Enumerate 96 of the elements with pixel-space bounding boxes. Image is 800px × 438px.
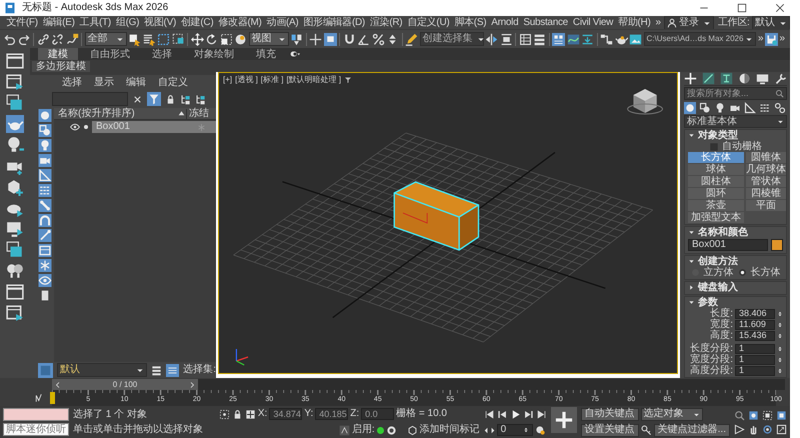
object-type-button[interactable]: 管状体 bbox=[746, 176, 786, 187]
category-dropdown[interactable]: 标准基本体 bbox=[684, 115, 787, 128]
window-title: 无标题 - Autodesk 3ds Max 2026 bbox=[22, 3, 168, 13]
ribbon-tab[interactable]: 选择 bbox=[142, 48, 182, 60]
radio-label: 长方体 bbox=[750, 268, 780, 278]
menu-item[interactable]: 文件(F) bbox=[4, 18, 40, 28]
object-type-button[interactable]: 圆环 bbox=[688, 188, 744, 199]
menu-item[interactable]: 创建(C) bbox=[178, 18, 216, 28]
account-dropdown[interactable]: 登录 bbox=[664, 16, 714, 29]
coordinate-field[interactable]: 40.185 bbox=[315, 408, 348, 420]
workspace-dropdown[interactable]: 默认 bbox=[752, 16, 790, 29]
coordinate-field[interactable]: 0.0 bbox=[361, 408, 394, 420]
object-type-button[interactable]: 圆柱体 bbox=[688, 176, 744, 187]
menu-item[interactable]: 编辑(E) bbox=[40, 18, 78, 28]
parameter-field[interactable]: 1 bbox=[735, 354, 775, 364]
ribbon-tab[interactable]: 自由形式 bbox=[80, 48, 140, 60]
object-type-button[interactable]: 圆锥体 bbox=[746, 152, 786, 163]
time-slider-thumb[interactable]: 0 / 100 bbox=[52, 379, 198, 390]
object-type-button[interactable]: 几何球体 bbox=[746, 164, 786, 175]
viewport-label[interactable]: [透视 ] bbox=[235, 76, 258, 84]
parameter-label: 长度: bbox=[710, 308, 733, 318]
key-filters-button[interactable]: 关键点过滤器... bbox=[654, 424, 730, 436]
search-field[interactable]: 搜索所有对象... bbox=[684, 87, 787, 100]
menu-item[interactable]: 脚本(S) bbox=[452, 18, 489, 28]
workspace-label: 工作区: bbox=[716, 18, 750, 28]
menu-item[interactable]: Substance bbox=[520, 18, 570, 28]
parameter-label: 宽度: bbox=[710, 320, 733, 330]
column-header[interactable]: 冻结 bbox=[186, 108, 216, 118]
parameter-label: 高度: bbox=[710, 330, 733, 340]
more-tools-button[interactable]: » bbox=[758, 34, 764, 44]
menu-item[interactable]: 渲染(R) bbox=[367, 18, 405, 28]
parameter-field[interactable]: 1 bbox=[735, 344, 775, 354]
object-type-button[interactable]: 茶壶 bbox=[688, 200, 744, 211]
rollout-title[interactable]: 参数 bbox=[698, 298, 718, 308]
object-type-button[interactable]: 加强型文本 bbox=[688, 212, 744, 223]
listener-input[interactable]: 脚本迷你侦听 bbox=[3, 423, 69, 436]
selection-filter-dropdown[interactable]: 全部 bbox=[84, 32, 126, 46]
axis-label: X: bbox=[258, 409, 268, 419]
rollout-title[interactable]: 创建方法 bbox=[698, 256, 738, 266]
frame-field[interactable]: 0 bbox=[496, 424, 533, 436]
more-menu-button[interactable]: » bbox=[652, 18, 664, 28]
selection-set-field[interactable]: 创建选择集 bbox=[420, 32, 484, 46]
more-tools-button[interactable]: » bbox=[780, 34, 786, 44]
explorer-menu-item[interactable]: 自定义 bbox=[158, 78, 188, 88]
layer-dropdown[interactable]: 默认 bbox=[57, 363, 148, 377]
add-time-tag-button[interactable]: 添加时间标记 bbox=[420, 425, 480, 435]
axis-label: Z: bbox=[350, 409, 360, 419]
ribbon-tab[interactable]: 填充 bbox=[246, 48, 286, 60]
project-path-dropdown[interactable]: C:\Users\Ad…ds Max 2026 bbox=[644, 32, 756, 46]
parameter-label: 高度分段: bbox=[690, 366, 733, 376]
enable-label: 启用: bbox=[352, 425, 375, 435]
explorer-menu-item[interactable]: 编辑 bbox=[126, 78, 146, 88]
parameter-field[interactable]: 38.406 bbox=[735, 308, 775, 318]
object-type-button[interactable]: 长方体 bbox=[688, 152, 744, 163]
set-key-button[interactable]: 设置关键点 bbox=[580, 424, 639, 436]
menu-item[interactable]: 视图(V) bbox=[142, 18, 178, 28]
menu-item[interactable]: Arnold bbox=[488, 18, 521, 28]
auto-key-button[interactable]: 自动关键点 bbox=[580, 408, 639, 420]
menu-item[interactable]: 帮助(H) bbox=[616, 18, 653, 28]
explorer-menu-item[interactable]: 选择 bbox=[62, 78, 82, 88]
menu-item[interactable]: 组(G) bbox=[113, 18, 142, 28]
selection-set-label: 选择集: bbox=[183, 365, 216, 375]
menu-item[interactable]: 图形编辑器(D) bbox=[300, 18, 368, 28]
ribbon-panel-tab[interactable]: 多边形建模 bbox=[32, 60, 90, 72]
ribbon-tab[interactable]: 对象绘制 bbox=[184, 48, 244, 60]
rollout-title[interactable]: 名称和颜色 bbox=[698, 228, 748, 238]
object-type-button[interactable]: 四棱锥 bbox=[746, 188, 786, 199]
checkbox-label: 自动栅格 bbox=[722, 142, 762, 152]
menu-item[interactable]: Civil View bbox=[570, 18, 616, 28]
radio-label: 立方体 bbox=[704, 268, 734, 278]
grid-size-text: 栅格 = 10.0 bbox=[396, 409, 447, 419]
viewport-label[interactable]: [默认明暗处理 ] bbox=[286, 76, 342, 84]
object-type-button[interactable]: 平面 bbox=[746, 200, 786, 211]
name-field[interactable]: Box001 bbox=[688, 239, 768, 251]
viewport-label[interactable]: [标准 ] bbox=[260, 76, 284, 84]
key-mode-dropdown[interactable]: 选定对象 bbox=[640, 408, 703, 420]
object-type-button[interactable]: 球体 bbox=[688, 164, 744, 175]
selection-status: 选择了 1 个 对象 bbox=[73, 408, 148, 421]
prompt-text: 单击或单击并拖动以选择对象 bbox=[73, 423, 204, 436]
menu-item[interactable]: 工具(T) bbox=[77, 18, 114, 28]
menu-item[interactable]: 修改器(M) bbox=[216, 18, 264, 28]
parameter-field[interactable]: 1 bbox=[735, 366, 775, 376]
parameter-label: 宽度分段: bbox=[690, 354, 733, 364]
parameter-field[interactable]: 11.609 bbox=[735, 320, 775, 330]
viewport-label[interactable]: [+] bbox=[223, 76, 232, 84]
reference-coordinate-dropdown[interactable]: 视图 bbox=[248, 32, 288, 46]
ribbon-tab[interactable]: 建模 bbox=[38, 48, 78, 60]
menu-item[interactable]: 自定义(U) bbox=[404, 18, 452, 28]
explorer-menu-item[interactable]: 显示 bbox=[94, 78, 114, 88]
parameter-label: 长度分段: bbox=[690, 344, 733, 354]
axis-label: Y: bbox=[304, 409, 314, 419]
coordinate-field[interactable]: 34.874 bbox=[269, 408, 302, 420]
rollout-title[interactable]: 对象类型 bbox=[698, 130, 738, 140]
object-name: Box001 bbox=[95, 122, 131, 132]
parameter-field[interactable]: 15.436 bbox=[735, 330, 775, 340]
menu-item[interactable]: 动画(A) bbox=[264, 18, 301, 28]
